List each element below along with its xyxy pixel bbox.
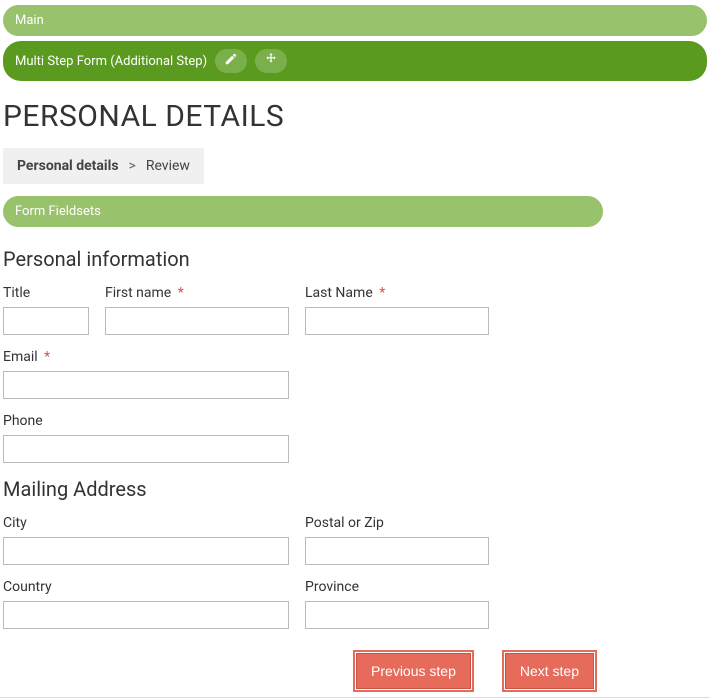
input-last-name[interactable] <box>305 307 489 335</box>
label-last-name-text: Last Name <box>305 285 373 301</box>
label-country: Country <box>3 579 289 595</box>
input-postal[interactable] <box>305 537 489 565</box>
input-phone[interactable] <box>3 435 289 463</box>
move-button[interactable] <box>255 49 287 73</box>
label-phone: Phone <box>3 413 289 429</box>
label-city-text: City <box>3 515 27 531</box>
field-country: Country <box>3 579 289 629</box>
row-phone: Phone <box>3 413 710 463</box>
edit-button[interactable] <box>215 49 247 73</box>
row-city-postal: City Postal or Zip <box>3 515 710 565</box>
input-province[interactable] <box>305 601 489 629</box>
region-bar-multistep: Multi Step Form (Additional Step) <box>3 41 707 81</box>
section-heading-personal: Personal information <box>3 247 710 271</box>
region-bar-fieldsets: Form Fieldsets <box>3 196 603 227</box>
breadcrumb-step-review[interactable]: Review <box>146 158 190 174</box>
section-heading-mailing: Mailing Address <box>3 477 710 501</box>
next-step-button[interactable]: Next step <box>505 653 594 689</box>
field-first-name: First name * <box>105 285 289 335</box>
required-marker: * <box>178 285 184 301</box>
region-bar-main-label: Main <box>15 13 44 28</box>
label-postal-text: Postal or Zip <box>305 515 384 531</box>
label-email-text: Email <box>3 349 38 365</box>
label-country-text: Country <box>3 579 52 595</box>
field-postal: Postal or Zip <box>305 515 489 565</box>
field-city: City <box>3 515 289 565</box>
input-country[interactable] <box>3 601 289 629</box>
label-province: Province <box>305 579 489 595</box>
row-title-name: Title First name * Last Name * <box>3 285 710 335</box>
label-first-name-text: First name <box>105 285 171 301</box>
input-email[interactable] <box>3 371 289 399</box>
field-phone: Phone <box>3 413 289 463</box>
label-postal: Postal or Zip <box>305 515 489 531</box>
pencil-icon <box>224 52 238 70</box>
label-city: City <box>3 515 289 531</box>
move-icon <box>264 52 278 70</box>
label-phone-text: Phone <box>3 413 43 429</box>
region-bar-multistep-label: Multi Step Form (Additional Step) <box>15 54 207 69</box>
input-city[interactable] <box>3 537 289 565</box>
region-bar-main: Main <box>3 5 707 36</box>
required-marker: * <box>44 349 50 365</box>
field-last-name: Last Name * <box>305 285 489 335</box>
label-last-name: Last Name * <box>305 285 489 301</box>
region-bar-fieldsets-label: Form Fieldsets <box>15 204 101 219</box>
input-title[interactable] <box>3 307 89 335</box>
previous-step-button[interactable]: Previous step <box>356 653 471 689</box>
page-title: PERSONAL DETAILS <box>3 99 710 134</box>
field-province: Province <box>305 579 489 629</box>
row-country-province: Country Province <box>3 579 710 629</box>
label-title: Title <box>3 285 89 301</box>
label-title-text: Title <box>3 285 30 301</box>
label-first-name: First name * <box>105 285 289 301</box>
field-title: Title <box>3 285 89 335</box>
button-row: Previous step Next step <box>0 653 594 689</box>
label-email: Email * <box>3 349 289 365</box>
input-first-name[interactable] <box>105 307 289 335</box>
row-email: Email * <box>3 349 710 399</box>
breadcrumb-step-personal[interactable]: Personal details <box>17 158 119 174</box>
field-email: Email * <box>3 349 289 399</box>
label-province-text: Province <box>305 579 359 595</box>
breadcrumb: Personal details > Review <box>3 148 204 184</box>
required-marker: * <box>379 285 385 301</box>
breadcrumb-separator: > <box>129 158 136 174</box>
